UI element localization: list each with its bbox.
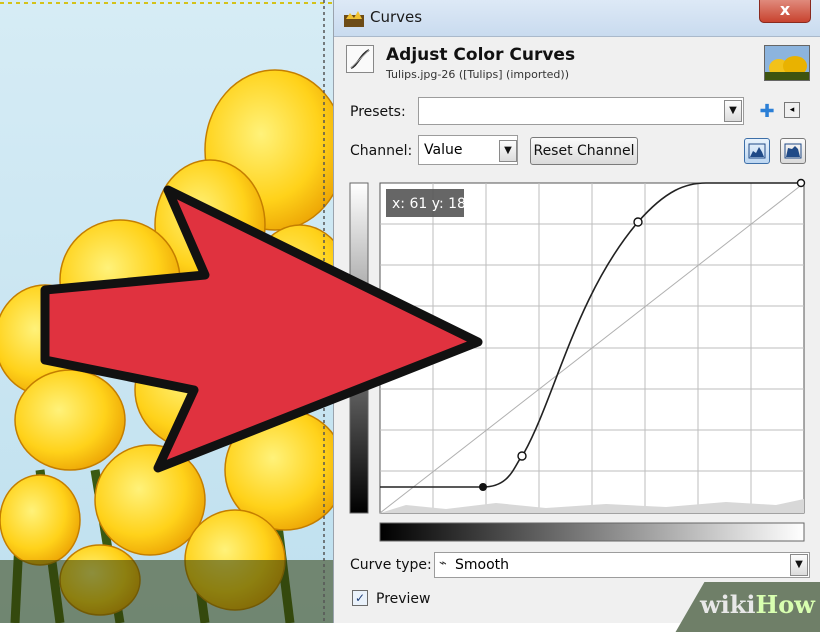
log-histogram-button[interactable] (780, 138, 806, 164)
wikihow-how: How (755, 590, 815, 619)
gimp-icon (344, 11, 364, 27)
title-bar[interactable]: Curves x (334, 0, 820, 37)
channel-dropdown-button[interactable]: ▼ (499, 140, 517, 162)
curve-point (633, 217, 643, 227)
input-gradient-bar (379, 522, 805, 542)
window-title: Curves (370, 8, 423, 26)
tulip-photo (0, 0, 340, 623)
presets-label: Presets: (350, 104, 406, 120)
presets-dropdown-button[interactable]: ▼ (724, 100, 742, 122)
wikihow-wiki: wiki (700, 590, 756, 619)
linear-histogram-icon (748, 143, 766, 159)
dialog-title: Adjust Color Curves (386, 45, 576, 65)
curve-point (796, 178, 806, 188)
channel-label: Channel: (350, 143, 413, 159)
curves-tool-icon (346, 45, 374, 73)
linear-histogram-button[interactable] (744, 138, 770, 164)
wikihow-logo: wikiHow (700, 590, 815, 619)
chevron-down-icon: ▼ (729, 105, 737, 116)
curve-type-value: Smooth (455, 557, 510, 573)
curve-point (479, 483, 487, 491)
dialog-header: Adjust Color Curves Tulips.jpg-26 ([Tuli… (334, 37, 820, 91)
channel-value: Value (424, 142, 463, 158)
close-icon: x (779, 0, 791, 19)
curve-point (517, 451, 527, 461)
reset-channel-button[interactable]: Reset Channel (530, 137, 638, 165)
curve-type-dropdown-button[interactable]: ▼ (790, 554, 808, 576)
preview-label: Preview (376, 591, 431, 607)
smooth-curve-icon: ⌁ (439, 556, 447, 571)
curve-graph-area[interactable]: x: 61 y: 18 (346, 175, 810, 550)
presets-select[interactable] (418, 97, 744, 125)
log-histogram-icon (784, 143, 802, 159)
preset-menu-icon[interactable]: ◂ (784, 102, 800, 118)
chevron-down-icon: ▼ (504, 145, 512, 156)
curve-type-select[interactable]: ⌁ Smooth (434, 552, 810, 578)
coord-readout: x: 61 y: 18 (392, 196, 466, 212)
image-name: Tulips.jpg-26 ([Tulips] (imported)) (386, 68, 569, 81)
chevron-down-icon: ▼ (795, 559, 803, 570)
add-preset-icon[interactable]: ✚ (758, 101, 776, 122)
close-button[interactable]: x (759, 0, 811, 23)
output-gradient-bar (349, 182, 369, 514)
curve-type-label: Curve type: (350, 557, 432, 573)
curves-dialog: Curves x Adjust Color Curves Tulips.jpg-… (333, 0, 820, 623)
preview-checkbox[interactable]: ✓ (352, 590, 368, 606)
image-thumbnail (764, 45, 810, 81)
reset-channel-label: Reset Channel (533, 143, 635, 159)
